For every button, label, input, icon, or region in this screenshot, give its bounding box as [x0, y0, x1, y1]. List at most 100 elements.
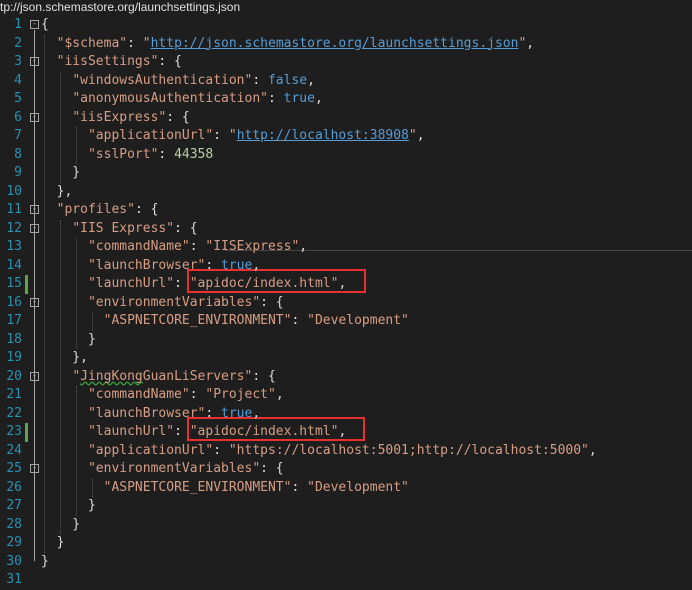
code-token: false [267, 72, 308, 88]
code-text[interactable]: "windowsAuthentication": false, [41, 72, 315, 91]
code-line[interactable]: 6- "iisExpress": { [0, 109, 692, 128]
code-line[interactable]: 1-{ [0, 16, 692, 35]
code-line[interactable]: 10 }, [0, 183, 692, 202]
code-line[interactable]: 21 "commandName": "Project", [0, 386, 692, 405]
code-text[interactable]: }, [41, 349, 88, 368]
code-line[interactable]: 5 "anonymousAuthentication": true, [0, 90, 692, 109]
code-line[interactable]: 12- "IIS Express": { [0, 220, 692, 239]
line-number: 3 [14, 54, 22, 69]
code-line[interactable]: 2 "$schema": "http://json.schemastore.or… [0, 35, 692, 54]
code-text[interactable]: { [41, 16, 49, 35]
code-token: : { [260, 461, 284, 476]
code-line[interactable]: 18 } [0, 331, 692, 350]
code-line[interactable]: 8 "sslPort": 44358 [0, 146, 692, 165]
code-line[interactable]: 24 "applicationUrl": "https://localhost:… [0, 442, 692, 461]
code-token: "apidoc/index.html" [189, 424, 339, 439]
line-number: 21 [6, 387, 22, 402]
code-token: , [588, 442, 597, 458]
code-token: "applicationUrl" [87, 128, 214, 143]
line-number: 23 [6, 424, 22, 439]
code-text[interactable]: "commandName": "IISExpress", [41, 238, 307, 257]
code-line[interactable]: 15 "launchUrl": "apidoc/index.html", [0, 275, 692, 294]
url-link[interactable]: http://json.schemastore.org/launchsettin… [151, 36, 519, 51]
code-line[interactable]: 27 } [0, 497, 692, 516]
code-text[interactable]: "iisSettings": { [41, 53, 182, 72]
code-editor[interactable]: 1-{2 "$schema": "http://json.schemastore… [0, 14, 692, 589]
code-text[interactable]: "profiles": { [41, 201, 159, 220]
code-token: "iisExpress" [72, 109, 167, 125]
code-line[interactable]: 31 [0, 571, 692, 590]
collapse-icon[interactable]: - [30, 371, 39, 381]
code-text[interactable]: "applicationUrl": "http://localhost:3890… [41, 127, 425, 146]
code-text[interactable]: "JingKongGuanLiServers": { [41, 368, 276, 387]
code-line[interactable]: 19 }, [0, 349, 692, 368]
code-token: , [314, 91, 323, 106]
code-line[interactable]: 26 "ASPNETCORE_ENVIRONMENT": "Developmen… [0, 479, 692, 498]
code-token: , [275, 387, 284, 402]
code-line[interactable]: 3- "iisSettings": { [0, 53, 692, 72]
line-number: 13 [6, 239, 22, 254]
code-line[interactable]: 28 } [0, 516, 692, 535]
code-line[interactable]: 7 "applicationUrl": "http://localhost:38… [0, 127, 692, 146]
url-link[interactable]: http://localhost:38908 [237, 128, 409, 143]
code-text[interactable]: } [41, 516, 80, 535]
code-line[interactable]: 30} [0, 553, 692, 572]
code-text[interactable]: "sslPort": 44358 [41, 146, 213, 165]
code-text[interactable]: } [41, 497, 96, 516]
code-line[interactable]: 14 "launchBrowser": true, [0, 257, 692, 276]
code-text[interactable]: }, [41, 183, 73, 202]
code-line[interactable]: 29 } [0, 534, 692, 553]
code-line[interactable]: 16- "environmentVariables": { [0, 294, 692, 313]
code-text[interactable]: } [41, 553, 49, 572]
code-text[interactable]: } [41, 534, 65, 553]
collapse-icon[interactable]: - [30, 464, 39, 473]
code-text[interactable]: "launchBrowser": true, [41, 405, 260, 424]
collapse-icon[interactable]: - [30, 297, 39, 307]
code-token: : [189, 387, 206, 402]
code-text[interactable]: "IIS Express": { [41, 220, 197, 239]
line-number: 20 [6, 368, 22, 384]
code-text[interactable]: "launchUrl": "apidoc/index.html", [41, 275, 346, 294]
collapse-icon[interactable]: - [30, 112, 39, 122]
collapse-icon[interactable]: - [30, 205, 39, 214]
line-number: 11 [6, 202, 22, 217]
code-text[interactable]: "environmentVariables": { [41, 294, 284, 313]
code-token: : [267, 91, 284, 106]
code-text[interactable]: "launchBrowser": true, [41, 257, 260, 276]
code-line[interactable]: 9 } [0, 164, 692, 183]
code-line[interactable]: 17 "ASPNETCORE_ENVIRONMENT": "Developmen… [0, 312, 692, 331]
code-text[interactable]: } [41, 164, 80, 183]
code-text[interactable]: "ASPNETCORE_ENVIRONMENT": "Development" [41, 312, 409, 331]
code-text[interactable]: "environmentVariables": { [41, 460, 284, 479]
code-line[interactable]: 11- "profiles": { [0, 201, 692, 220]
collapse-icon[interactable]: - [30, 57, 39, 66]
code-token: , [526, 35, 535, 51]
code-text[interactable]: "anonymousAuthentication": true, [41, 90, 323, 109]
code-text[interactable]: "ASPNETCORE_ENVIRONMENT": "Development" [41, 479, 409, 498]
code-token: , [338, 276, 347, 291]
code-line[interactable]: 22 "launchBrowser": true, [0, 405, 692, 424]
line-number: 26 [6, 479, 22, 495]
code-line[interactable]: 4 "windowsAuthentication": false, [0, 72, 692, 91]
line-number: 2 [14, 35, 22, 51]
code-text[interactable]: "applicationUrl": "https://localhost:500… [41, 442, 597, 461]
code-text[interactable]: "iisExpress": { [41, 109, 189, 128]
code-token: "launchBrowser" [87, 405, 206, 421]
collapse-icon[interactable]: - [30, 20, 39, 29]
code-line[interactable]: 25- "environmentVariables": { [0, 460, 692, 479]
code-text[interactable]: "launchUrl": "apidoc/index.html", [41, 423, 346, 442]
code-line[interactable]: 20- "JingKongGuanLiServers": { [0, 368, 692, 387]
code-line[interactable]: 13 "commandName": "IISExpress", [0, 238, 692, 257]
collapse-icon[interactable]: - [30, 223, 39, 233]
code-line[interactable]: 23 "launchUrl": "apidoc/index.html", [0, 423, 692, 442]
code-text[interactable]: } [41, 331, 96, 350]
code-text[interactable]: "$schema": "http://json.schemastore.org/… [41, 35, 534, 54]
code-text[interactable]: "commandName": "Project", [41, 386, 284, 405]
